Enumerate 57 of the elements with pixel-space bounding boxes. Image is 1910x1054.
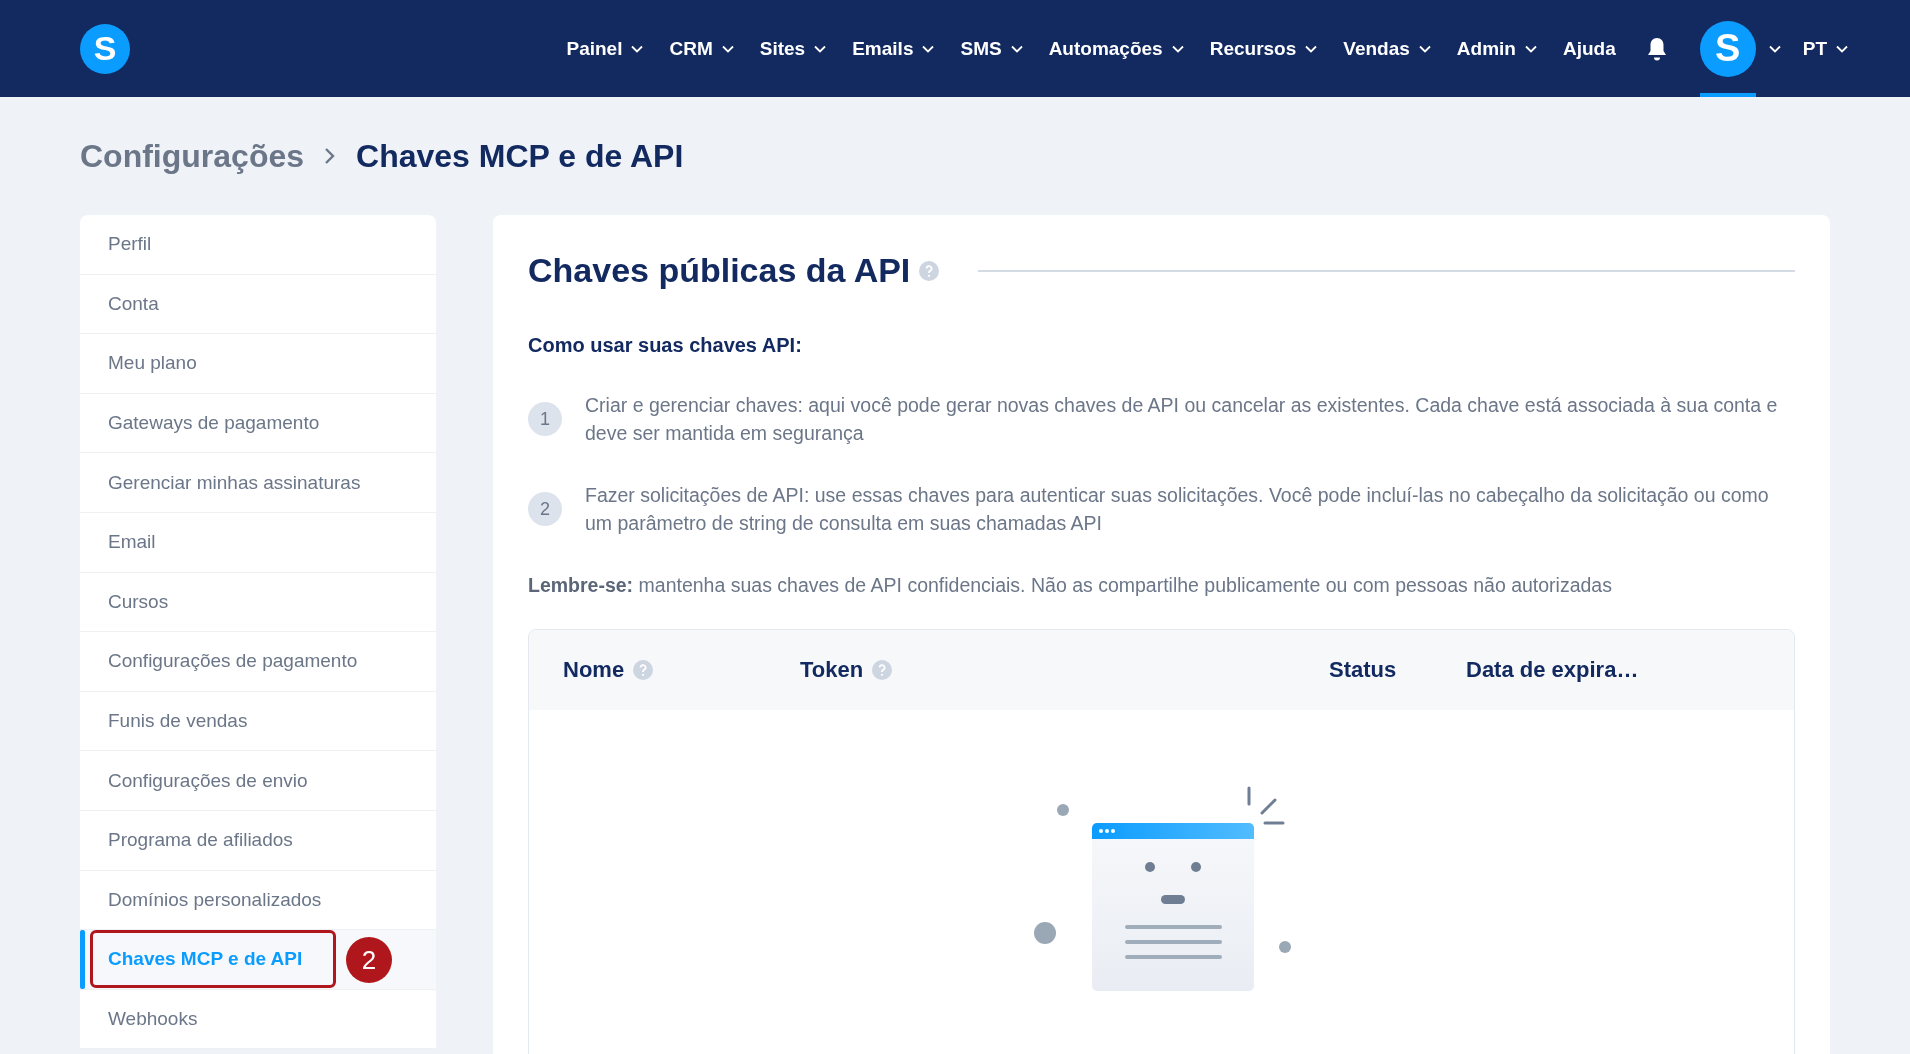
caret-icon [922, 44, 935, 53]
sidebar-item[interactable]: Programa de afiliados [80, 810, 436, 871]
sidebar-item[interactable]: Email [80, 512, 436, 573]
logo[interactable]: S [80, 23, 130, 74]
page-title: Chaves MCP e de API [356, 137, 684, 175]
help-icon[interactable] [918, 259, 941, 282]
sidebar-item[interactable]: Perfil [80, 215, 436, 275]
column-header: Data de expira… [1466, 657, 1639, 683]
nav-menu-item[interactable]: Sites [759, 28, 827, 69]
reminder-text: Lembre-se: mantenha suas chaves de API confidenciais. Não as compartilhe publicamente ou com pessoas não autorizadas [528, 574, 1613, 597]
sidebar-item[interactable]: Funis de vendas [80, 691, 436, 752]
nav-menu-item[interactable]: Vendas [1343, 28, 1431, 69]
column-header: Nome [563, 657, 625, 683]
sidebar-item[interactable]: Gateways de pagamento [80, 393, 436, 454]
chevron-icon [324, 147, 337, 165]
column-header: Status [1329, 657, 1397, 683]
sidebar-item[interactable]: Configurações de pagamento [80, 632, 436, 692]
caret-icon [631, 44, 644, 53]
nav-menu-item[interactable]: Recursos [1209, 28, 1318, 69]
sidebar-item[interactable]: Configurações de envio [80, 751, 436, 811]
help-icon[interactable] [632, 659, 655, 681]
nav-menu-item[interactable]: CRM [669, 28, 734, 69]
caret-icon [1010, 44, 1023, 53]
nav-menu-item[interactable]: Automações [1048, 28, 1184, 69]
caret-icon [1418, 44, 1431, 53]
nav-menu-item[interactable]: Admin [1456, 28, 1537, 69]
sidebar-item[interactable]: Conta [80, 274, 436, 335]
step-number: 1 [528, 402, 562, 436]
bell-icon[interactable] [1645, 35, 1668, 62]
step-text: Fazer solicitações de API: use essas chaves para autenticar suas solicitações. Você pode incluí-las no cabeçalho da solicitação ou como um parâmetro de string de consulta em suas chamadas API [585, 483, 1770, 536]
caret-icon [1305, 44, 1318, 53]
caret-icon [1524, 44, 1537, 53]
breadcrumb-link[interactable]: Configurações [80, 137, 305, 175]
selection-bar [80, 930, 85, 989]
instructions-heading: Como usar suas chaves API: [528, 334, 803, 357]
sidebar-item[interactable]: Cursos [80, 572, 436, 633]
sidebar-item[interactable]: Meu plano [80, 334, 436, 394]
caret-icon [814, 44, 827, 53]
step-text: Criar e gerenciar chaves: aqui você pode gerar novas chaves de API ou cancelar as existentes. Cada chave está associada à sua conta e deve ser mantida em segurança [585, 393, 1779, 446]
nav-menu-item[interactable]: Painel [566, 28, 644, 69]
avatar[interactable]: S [1699, 20, 1756, 77]
language-menu[interactable]: PT [1802, 28, 1848, 69]
help-icon[interactable] [871, 659, 894, 681]
sidebar-item[interactable]: Webhooks [80, 989, 436, 1050]
caret-icon [721, 44, 734, 53]
caret-icon [1768, 44, 1781, 53]
nav-menu-item[interactable]: Ajuda [1562, 28, 1616, 69]
step-badge: 2 [346, 937, 392, 984]
sidebar-item[interactable]: Gerenciar minhas assinaturas [80, 453, 436, 513]
sidebar-item[interactable]: Chaves MCP e de API 2 [80, 930, 436, 990]
nav-menu-item[interactable]: SMS [960, 28, 1023, 69]
section-title: Chaves públicas da API [528, 251, 911, 290]
step-number: 2 [528, 492, 562, 526]
column-header: Token [800, 657, 864, 683]
caret-icon [1836, 44, 1848, 53]
nav-menu-item[interactable]: Emails [852, 28, 935, 69]
caret-icon [1171, 44, 1184, 53]
